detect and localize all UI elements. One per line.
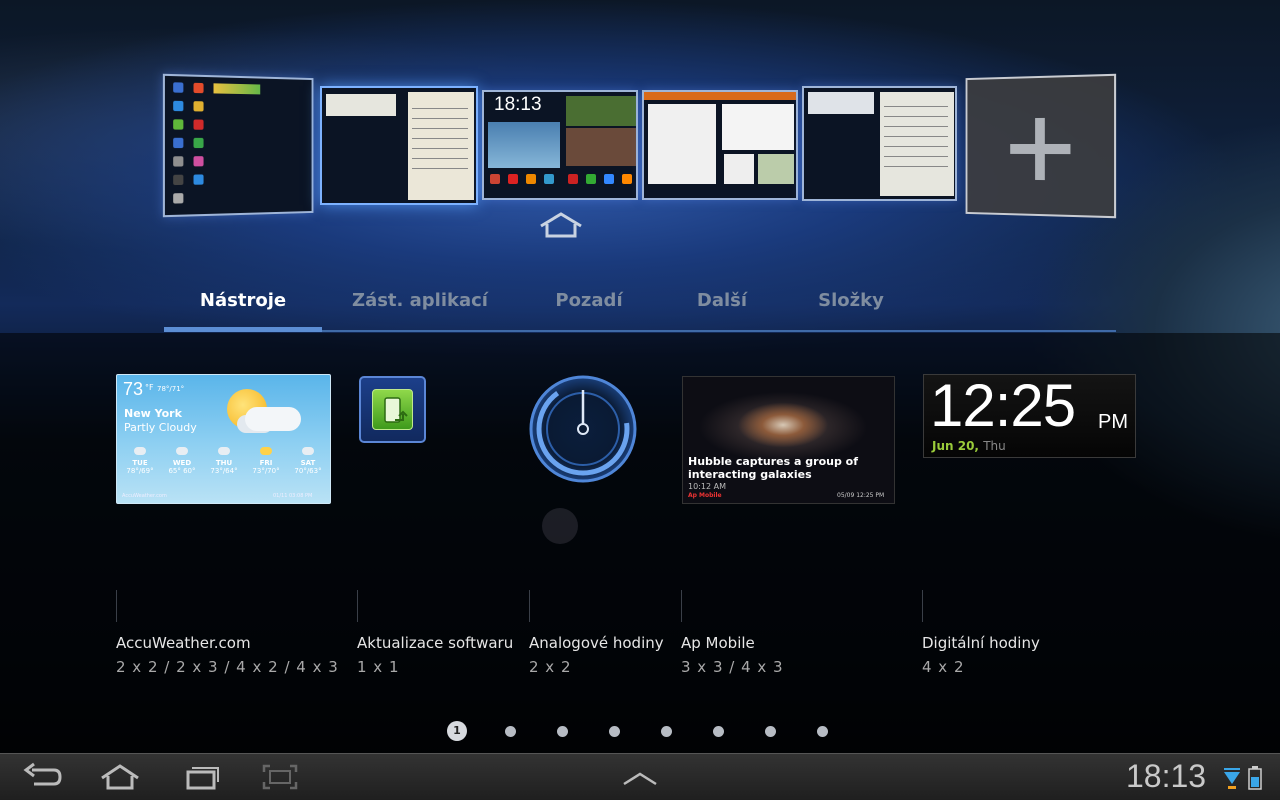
page-dot[interactable]: [713, 726, 724, 737]
page-dot[interactable]: [609, 726, 620, 737]
home-icon[interactable]: [98, 762, 142, 792]
weather-footer-brand: AccuWeather.com: [122, 493, 167, 499]
weather-city: New York: [124, 407, 182, 420]
weather-condition: Partly Cloudy: [124, 421, 197, 434]
wifi-icon: [1224, 768, 1240, 789]
news-timestamp: 05/09 12:25 PM: [837, 492, 885, 499]
recent-apps-icon[interactable]: [180, 762, 224, 792]
weather-temperature: 73: [123, 379, 144, 399]
forecast-day: FRI 73°/70°: [247, 447, 285, 491]
home-screen-thumbnail-2[interactable]: [320, 86, 478, 205]
home-screen-thumbnail-3[interactable]: 18:13: [482, 90, 638, 200]
cloud-icon: [302, 447, 314, 455]
ap-logo: Ap Mobile: [688, 492, 722, 499]
forecast-day: TUE 78°/69°: [121, 447, 159, 491]
digital-clock-ampm: PM: [1098, 411, 1128, 433]
weather-unit: °F: [145, 383, 154, 392]
battery-icon: [1248, 766, 1262, 790]
forecast-day: THU 73°/64°: [205, 447, 243, 491]
digital-clock-time: 12:25: [930, 374, 1076, 439]
home-indicator-icon: [540, 212, 582, 238]
home-screen-thumbnail-4[interactable]: [642, 90, 798, 200]
mini-clock: 18:13: [494, 94, 542, 115]
cloud-icon: [245, 407, 301, 431]
status-clock: 18:13: [1126, 758, 1207, 794]
weather-forecast: TUE 78°/69° WED 65° 60° THU 73°/64° FRI …: [121, 447, 327, 491]
screenshot-icon[interactable]: [258, 762, 302, 792]
category-tabs: Nástroje Zást. aplikací Pozadí Další Slo…: [164, 280, 1116, 334]
home-screen-strip: 18:13: [0, 0, 1280, 240]
page-indicator: 1: [447, 721, 837, 741]
tab-slozky[interactable]: Složky: [792, 280, 910, 326]
cloud-icon: [134, 447, 146, 455]
home-screen-thumbnail-1[interactable]: [162, 73, 314, 218]
accuweather-widget-preview[interactable]: 73 °F 78°/71° New York Partly Cloudy TUE…: [116, 374, 331, 504]
forecast-day: SAT 70°/63°: [289, 447, 327, 491]
chevron-up-icon[interactable]: [618, 764, 662, 794]
clock-reflection: [542, 508, 578, 544]
tab-dalsi[interactable]: Další: [664, 280, 780, 326]
software-update-widget-preview[interactable]: [359, 376, 426, 443]
weather-footer-time: 01/11 03:08 PM: [273, 493, 313, 499]
cloud-icon: [176, 447, 188, 455]
tab-zast-aplikaci[interactable]: Zást. aplikací: [340, 280, 500, 326]
cloud-icon: [218, 447, 230, 455]
page-dot[interactable]: [661, 726, 672, 737]
back-icon[interactable]: [20, 762, 64, 792]
page-dot[interactable]: [557, 726, 568, 737]
software-update-icon: [372, 389, 413, 430]
home-screen-thumbnail-5[interactable]: [802, 86, 957, 201]
ap-mobile-widget-preview[interactable]: Hubble captures a group of interacting g…: [682, 376, 895, 504]
digital-clock-date: Jun 20, Thu: [932, 439, 1006, 453]
news-time: 10:12 AM: [688, 482, 726, 491]
page-dot[interactable]: [505, 726, 516, 737]
tab-active-indicator: [164, 327, 322, 332]
tab-pozadi[interactable]: Pozadí: [514, 280, 664, 326]
page-dot[interactable]: [817, 726, 828, 737]
page-dot[interactable]: [765, 726, 776, 737]
weather-hilo: 78°/71°: [157, 385, 185, 393]
forecast-day: WED 65° 60°: [163, 447, 201, 491]
news-headline: Hubble captures a group of interacting g…: [688, 455, 859, 481]
sun-icon: [260, 447, 272, 455]
system-bar: 18:13: [0, 753, 1280, 800]
digital-clock-widget-preview[interactable]: 12:25 PM Jun 20, Thu: [923, 374, 1136, 458]
plus-icon: [1010, 118, 1070, 181]
tab-nastroje[interactable]: Nástroje: [164, 280, 322, 326]
page-dot-current[interactable]: 1: [447, 721, 467, 741]
analog-clock-widget-preview[interactable]: [528, 374, 638, 484]
add-home-screen-button[interactable]: [965, 73, 1117, 219]
